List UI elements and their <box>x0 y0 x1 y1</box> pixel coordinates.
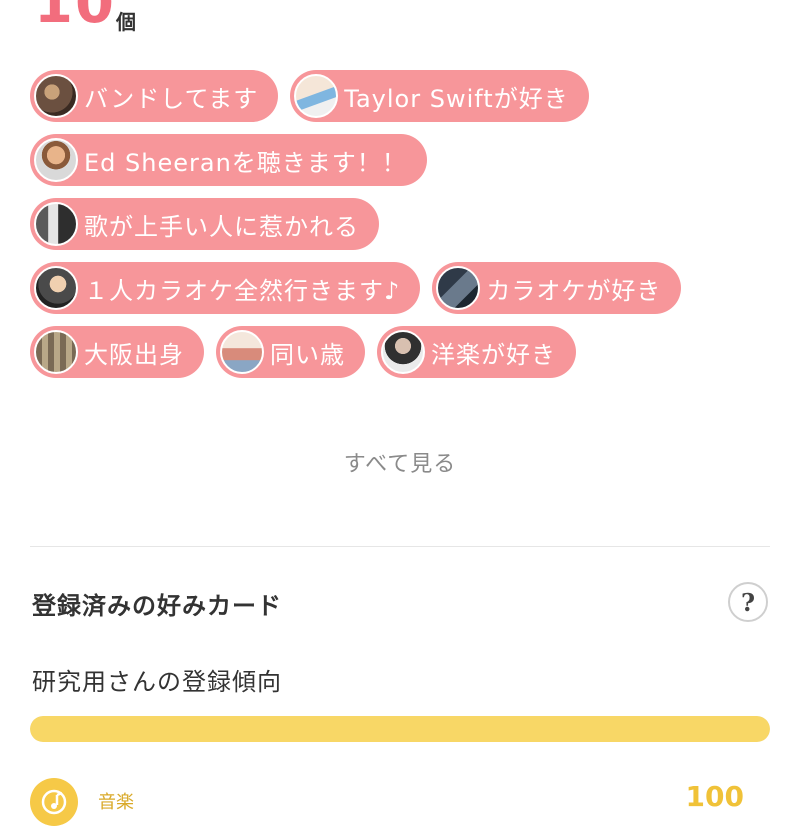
band-photo-avatar <box>34 74 78 118</box>
section-title: 登録済みの好みカード <box>32 592 282 620</box>
tag-chip[interactable]: 同い歳 <box>216 326 365 378</box>
music-note-icon <box>41 789 67 815</box>
tag-label: バンドしてます <box>84 84 259 113</box>
tag-label: 同い歳 <box>270 340 345 369</box>
tag-count-number: 10 <box>34 0 116 36</box>
section-divider <box>30 546 770 547</box>
karaoke-screen-photo-avatar <box>436 266 481 310</box>
trend-bar <box>30 716 770 742</box>
category-label: 音楽 <box>98 792 134 813</box>
category-percent: 100 <box>685 780 744 813</box>
common-tags-list: バンドしてます Taylor Swiftが好き Ed Sheeranを聴きます！… <box>30 70 770 390</box>
tag-chip[interactable]: １人カラオケ全然行きます♪ <box>30 262 421 314</box>
tag-chip[interactable]: 歌が上手い人に惹かれる <box>30 198 379 250</box>
trend-bar-fill <box>30 716 770 742</box>
see-all-button[interactable]: すべて見る <box>0 446 800 478</box>
railway-photo-avatar <box>34 330 78 374</box>
tag-chip[interactable]: 大阪出身 <box>30 326 204 378</box>
tag-label: 歌が上手い人に惹かれる <box>84 212 359 241</box>
headphones-photo-avatar <box>381 330 425 374</box>
tag-label: カラオケが好き <box>486 276 662 305</box>
tag-count-unit: 個 <box>116 10 136 34</box>
tag-row: 大阪出身 同い歳 洋楽が好き <box>30 326 770 378</box>
taylor-swift-photo-avatar <box>294 74 339 118</box>
tag-chip[interactable]: バンドしてます <box>30 70 279 122</box>
tag-row: 歌が上手い人に惹かれる <box>30 198 770 250</box>
karaoke-singer-photo-avatar <box>34 266 78 310</box>
friends-photo-avatar <box>220 330 264 374</box>
tag-chip[interactable]: Taylor Swiftが好き <box>290 70 589 122</box>
trend-title: 研究用さんの登録傾向 <box>32 668 282 696</box>
tag-chip[interactable]: Ed Sheeranを聴きます！！ <box>30 134 427 186</box>
tag-label: 洋楽が好き <box>431 340 556 369</box>
tag-chip[interactable]: 洋楽が好き <box>377 326 576 378</box>
tag-label: Taylor Swiftが好き <box>344 84 569 113</box>
tag-label: 大阪出身 <box>84 340 184 369</box>
tag-row: １人カラオケ全然行きます♪ カラオケが好き <box>30 262 770 314</box>
tag-row: バンドしてます Taylor Swiftが好き <box>30 70 770 122</box>
tag-label: １人カラオケ全然行きます♪ <box>84 276 401 305</box>
help-icon[interactable]: ? <box>728 582 768 622</box>
singer-photo-avatar <box>34 202 78 246</box>
music-icon <box>30 778 78 826</box>
tag-row: Ed Sheeranを聴きます！！ <box>30 134 770 186</box>
tag-label: Ed Sheeranを聴きます！！ <box>84 148 407 177</box>
tag-chip[interactable]: カラオケが好き <box>432 262 682 314</box>
ed-sheeran-photo-avatar <box>34 138 78 182</box>
